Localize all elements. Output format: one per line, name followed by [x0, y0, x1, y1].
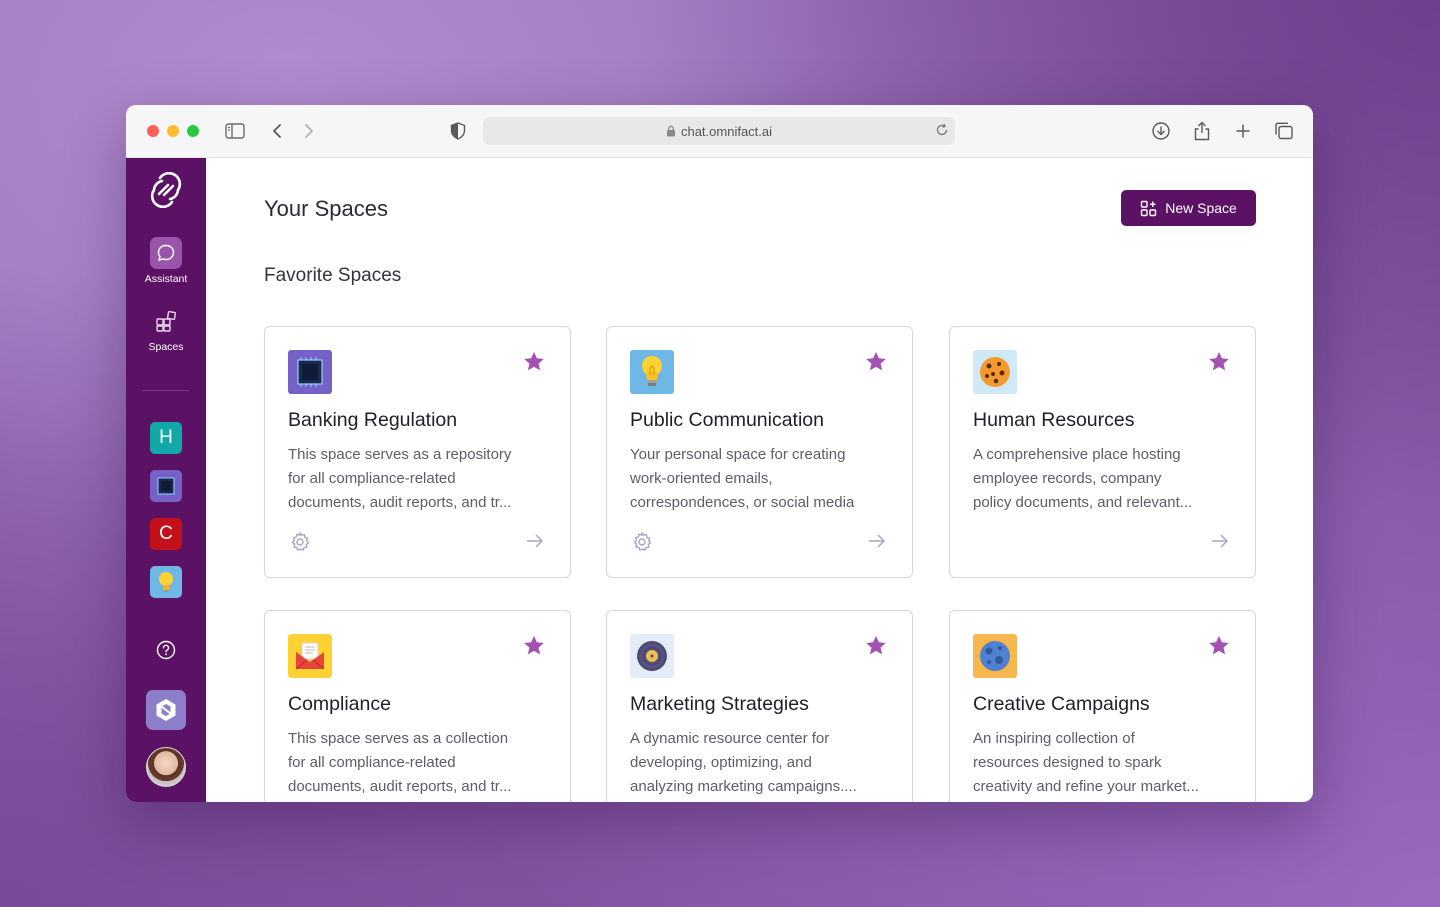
description-line: resources designed to spark — [973, 754, 1162, 771]
description-line: for all compliance-related — [288, 470, 456, 487]
chip-icon — [288, 350, 332, 394]
share-icon[interactable] — [1190, 119, 1214, 143]
space-shortcut-letter: H — [159, 427, 173, 448]
space-card-name: Marketing Strategies — [630, 693, 809, 715]
omnifact-logo-icon[interactable] — [148, 171, 184, 213]
description-line: documents, audit reports, and tr... — [288, 494, 512, 511]
sidebar-toggle-icon[interactable] — [223, 119, 247, 143]
sidebar-divider — [142, 390, 189, 391]
address-bar[interactable]: chat.omnifact.ai — [483, 117, 955, 145]
settings-gear-icon[interactable] — [631, 531, 653, 558]
space-card[interactable]: Public Communication Your personal space… — [606, 326, 913, 578]
add-space-icon — [1141, 200, 1157, 216]
new-tab-icon[interactable] — [1231, 119, 1255, 143]
space-card-description: Your personal space for creating work-or… — [630, 443, 892, 515]
window-controls — [147, 125, 199, 137]
description-line: analyzing marketing campaigns.... — [630, 778, 857, 795]
download-icon[interactable] — [1149, 119, 1173, 143]
lightbulb-icon — [630, 350, 674, 394]
open-space-arrow-icon[interactable] — [525, 532, 545, 555]
nav-assistant[interactable]: Assistant — [126, 237, 206, 285]
space-card-name: Public Communication — [630, 409, 825, 431]
organization-icon[interactable] — [146, 690, 186, 730]
space-shortcut-lightbulb[interactable] — [150, 566, 182, 598]
main-content: Your Spaces New Space Favorite Spaces Ba… — [206, 158, 1313, 802]
space-card-name: Human Resources — [973, 409, 1135, 431]
space-card[interactable]: Human Resources A comprehensive place ho… — [949, 326, 1256, 578]
shield-icon[interactable] — [446, 119, 470, 143]
cookie-icon — [973, 350, 1017, 394]
description-line: correspondences, or social media — [630, 494, 855, 511]
favorite-star-icon[interactable] — [1208, 635, 1230, 661]
space-card[interactable]: Marketing Strategies A dynamic resource … — [606, 610, 913, 802]
page-title: Your Spaces — [264, 196, 388, 221]
nav-spaces[interactable]: Spaces — [126, 305, 206, 353]
description-line: employee records, company — [973, 470, 1162, 487]
space-shortcut-chip[interactable] — [150, 470, 182, 502]
new-space-button[interactable]: New Space — [1121, 190, 1256, 226]
new-space-label: New Space — [1165, 200, 1237, 216]
space-card-name: Compliance — [288, 693, 391, 715]
lock-icon — [666, 125, 676, 137]
nav-assistant-label: Assistant — [144, 273, 188, 285]
space-shortcut-h[interactable]: H — [150, 422, 182, 454]
favorite-star-icon[interactable] — [865, 635, 887, 661]
browser-toolbar: chat.omnifact.ai — [126, 105, 1313, 158]
settings-gear-icon[interactable] — [289, 531, 311, 558]
spaces-grid-icon — [150, 305, 182, 337]
chip-icon — [157, 477, 175, 495]
space-shortcut-letter: C — [159, 523, 173, 544]
reload-icon[interactable] — [935, 123, 949, 137]
description-line: developing, optimizing, and — [630, 754, 812, 771]
help-icon[interactable] — [156, 640, 176, 665]
favorite-star-icon[interactable] — [523, 635, 545, 661]
favorite-star-icon[interactable] — [865, 351, 887, 377]
user-avatar[interactable] — [146, 747, 186, 787]
space-card-name: Creative Campaigns — [973, 693, 1150, 715]
lightbulb-icon — [159, 572, 173, 592]
moon-icon — [973, 634, 1017, 678]
forward-icon[interactable] — [297, 119, 321, 143]
space-shortcut-c[interactable]: C — [150, 518, 182, 550]
chat-bubble-icon — [150, 237, 182, 269]
nav-spaces-label: Spaces — [148, 341, 184, 353]
open-space-arrow-icon[interactable] — [1210, 532, 1230, 555]
description-line: creativity and refine your market... — [973, 778, 1199, 795]
vinyl-icon — [630, 634, 674, 678]
minimize-window-button[interactable] — [167, 125, 179, 137]
favorite-star-icon[interactable] — [1208, 351, 1230, 377]
browser-window: chat.omnifact.ai Assistant Spaces H C Yo… — [126, 105, 1313, 802]
back-icon[interactable] — [265, 119, 289, 143]
description-line: Your personal space for creating — [630, 446, 846, 463]
space-card[interactable]: Compliance This space serves as a collec… — [264, 610, 571, 802]
description-line: for all compliance-related — [288, 754, 456, 771]
space-card-description: This space serves as a collection for al… — [288, 727, 550, 799]
tab-overview-icon[interactable] — [1272, 119, 1296, 143]
app-sidebar: Assistant Spaces H C — [126, 158, 206, 802]
favorite-star-icon[interactable] — [523, 351, 545, 377]
description-line: documents, audit reports, and tr... — [288, 778, 512, 795]
space-card-description: An inspiring collection of resources des… — [973, 727, 1235, 799]
space-card[interactable]: Creative Campaigns An inspiring collecti… — [949, 610, 1256, 802]
space-card-name: Banking Regulation — [288, 409, 458, 431]
description-line: This space serves as a collection — [288, 730, 509, 747]
close-window-button[interactable] — [147, 125, 159, 137]
space-card-description: A comprehensive place hosting employee r… — [973, 443, 1235, 515]
description-line: A dynamic resource center for — [630, 730, 830, 747]
description-line: This space serves as a repository — [288, 446, 512, 463]
mail-icon — [288, 634, 332, 678]
description-line: A comprehensive place hosting — [973, 446, 1181, 463]
space-card[interactable]: Banking Regulation This space serves as … — [264, 326, 571, 578]
description-line: policy documents, and relevant... — [973, 494, 1193, 511]
favorites-title: Favorite Spaces — [264, 265, 402, 286]
description-line: An inspiring collection of — [973, 730, 1135, 747]
open-space-arrow-icon[interactable] — [867, 532, 887, 555]
space-card-description: A dynamic resource center for developing… — [630, 727, 892, 799]
description-line: work-oriented emails, — [630, 470, 773, 487]
url-text: chat.omnifact.ai — [680, 123, 773, 139]
zoom-window-button[interactable] — [187, 125, 199, 137]
space-card-description: This space serves as a repository for al… — [288, 443, 550, 515]
